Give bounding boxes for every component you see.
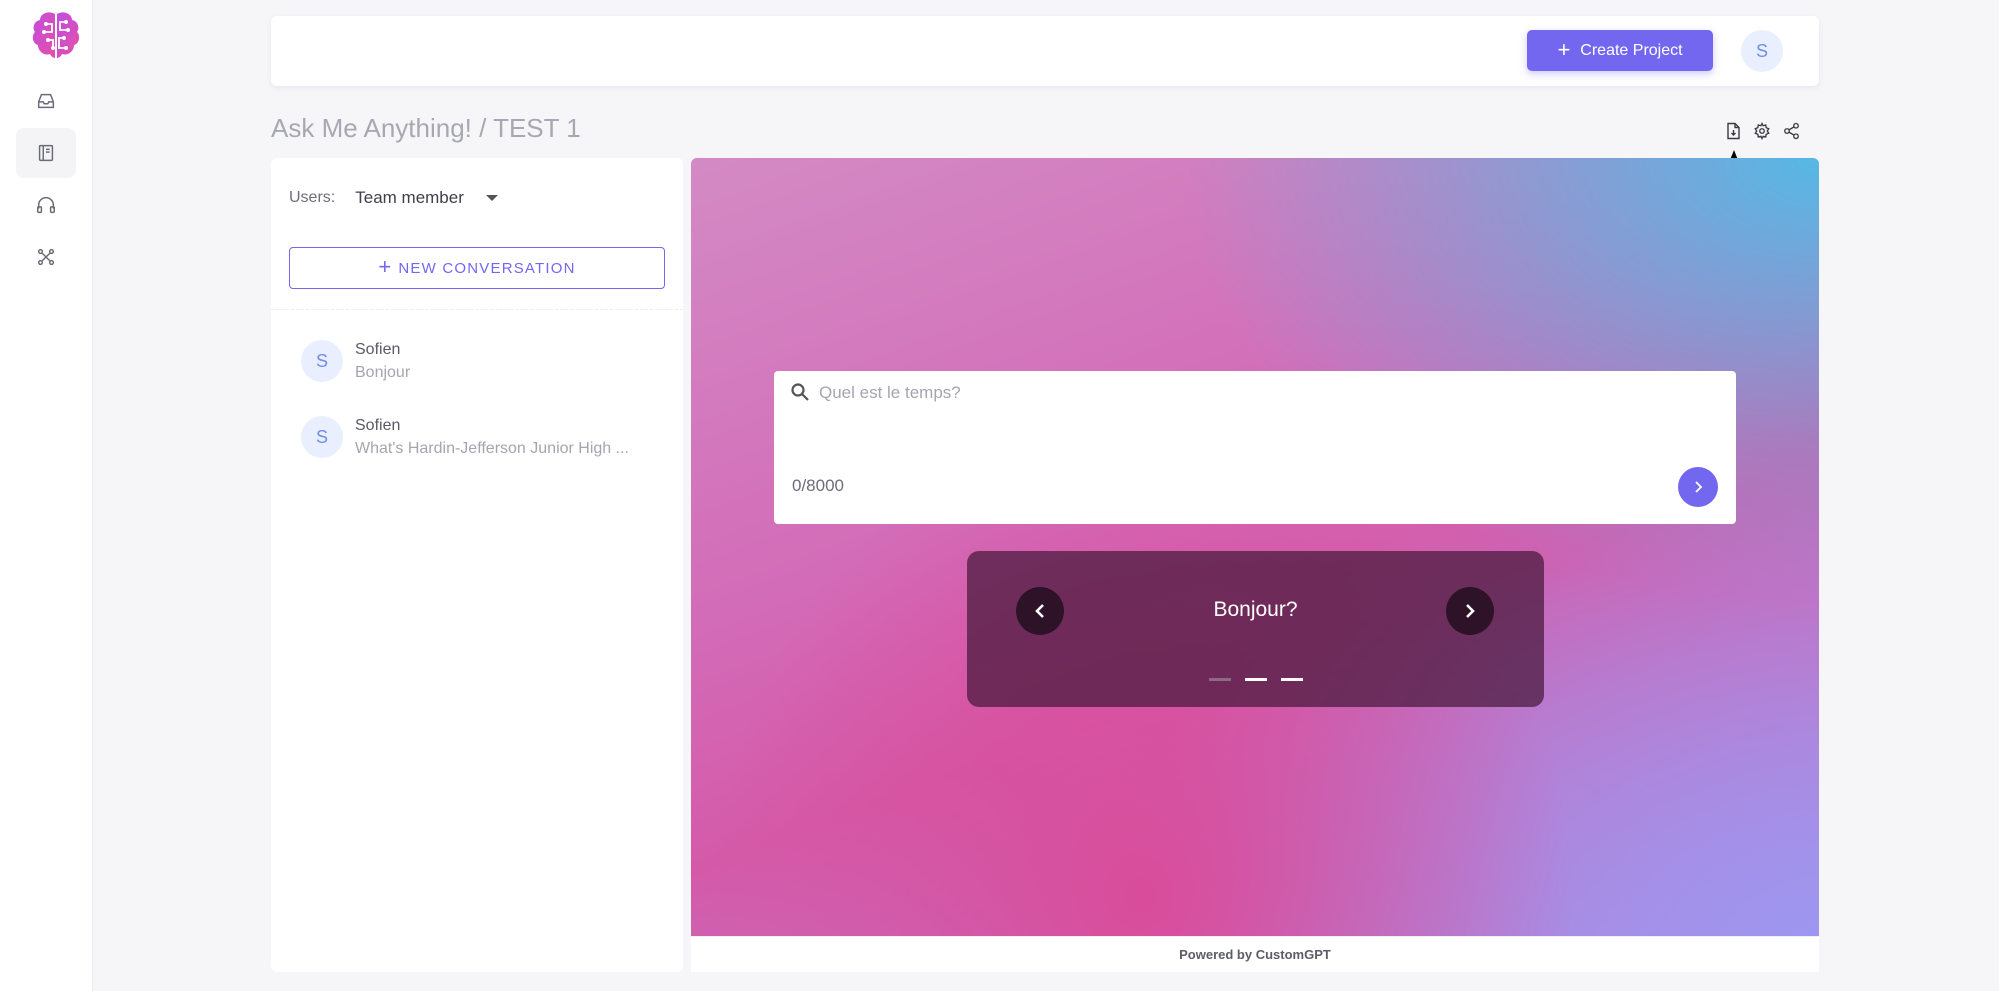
top-header: + Create Project S xyxy=(271,16,1819,86)
left-rail xyxy=(0,0,93,991)
conversation-item[interactable]: S Sofien What's Hardin-Jefferson Junior … xyxy=(301,407,671,467)
conversation-preview: What's Hardin-Jefferson Junior High ... xyxy=(355,439,629,457)
powered-by-footer: Powered by CustomGPT xyxy=(691,936,1819,972)
search-icon xyxy=(790,382,810,407)
network-icon xyxy=(37,248,55,266)
carousel-dot[interactable] xyxy=(1245,678,1267,681)
carousel-next-button[interactable] xyxy=(1446,587,1494,635)
carousel-dot[interactable] xyxy=(1281,678,1303,681)
inbox-icon xyxy=(37,93,55,109)
send-button[interactable] xyxy=(1678,467,1718,507)
question-box: 0/8000 xyxy=(774,371,1736,524)
chevron-right-icon xyxy=(1466,604,1475,618)
carousel-dots xyxy=(1209,678,1303,681)
gear-icon[interactable] xyxy=(1752,121,1772,141)
plus-icon: + xyxy=(378,254,393,279)
caret-down-icon xyxy=(485,195,498,201)
users-filter: Users: Team member xyxy=(289,188,498,208)
create-project-button[interactable]: + Create Project xyxy=(1527,30,1713,71)
chevron-right-icon xyxy=(1695,481,1703,493)
rail-item-integrations[interactable] xyxy=(16,232,76,282)
rail-item-book[interactable] xyxy=(16,128,76,178)
conversation-name: Sofien xyxy=(355,416,401,434)
brain-logo-icon[interactable] xyxy=(28,8,84,64)
question-input[interactable] xyxy=(819,379,1699,407)
users-select-value: Team member xyxy=(355,188,464,207)
project-toolbar xyxy=(1723,121,1801,141)
carousel-dot[interactable] xyxy=(1209,678,1231,681)
conversation-item[interactable]: S Sofien Bonjour xyxy=(301,331,671,391)
users-label: Users: xyxy=(289,189,336,206)
conversation-panel: Users: Team member + NEW CONVERSATION S … xyxy=(271,158,683,972)
avatar: S xyxy=(301,416,343,458)
rail-item-inbox[interactable] xyxy=(16,76,76,126)
character-counter: 0/8000 xyxy=(792,476,844,495)
avatar: S xyxy=(301,340,343,382)
plus-icon: + xyxy=(1557,36,1571,62)
book-icon xyxy=(38,144,54,162)
create-project-label: Create Project xyxy=(1580,41,1683,59)
new-conversation-button[interactable]: + NEW CONVERSATION xyxy=(289,247,665,289)
conversation-preview: Bonjour xyxy=(355,363,411,381)
conversation-name: Sofien xyxy=(355,340,401,358)
suggestion-carousel: Bonjour? xyxy=(967,551,1544,707)
headphones-icon xyxy=(37,197,55,214)
rail-item-support[interactable] xyxy=(16,180,76,230)
breadcrumb: Ask Me Anything! / TEST 1 xyxy=(271,113,581,143)
users-select[interactable]: Team member xyxy=(355,188,498,208)
user-avatar[interactable]: S xyxy=(1741,30,1783,72)
divider xyxy=(271,309,683,310)
download-file-icon[interactable] xyxy=(1723,121,1743,141)
new-conversation-label: NEW CONVERSATION xyxy=(398,259,576,277)
share-icon[interactable] xyxy=(1781,121,1801,141)
chat-area: 0/8000 Bonjour? xyxy=(691,158,1819,936)
